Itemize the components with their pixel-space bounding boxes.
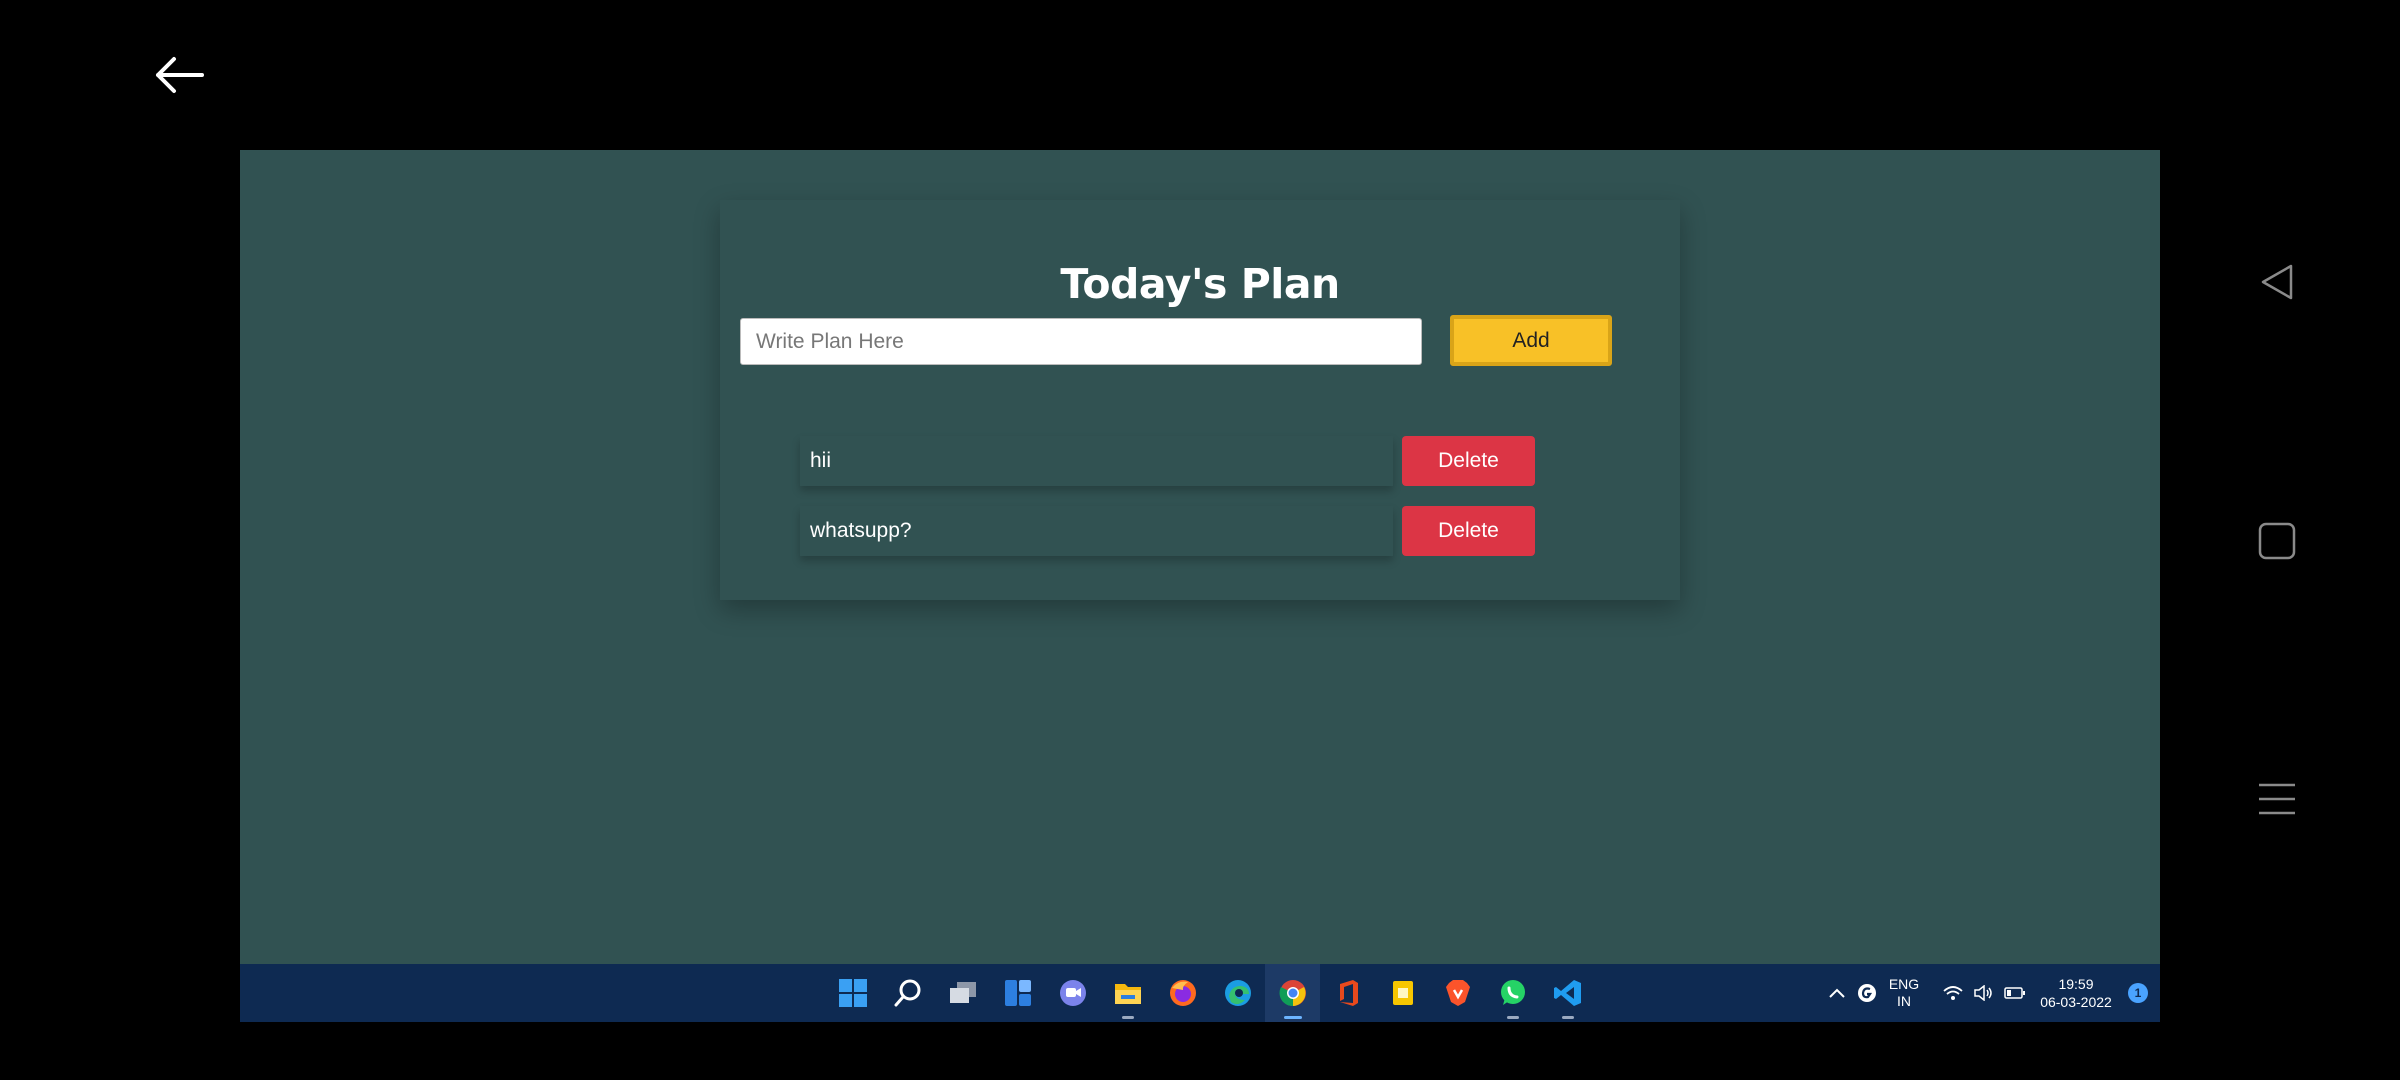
running-indicator — [1561, 1016, 1574, 1019]
chrome-icon[interactable] — [1265, 964, 1320, 1022]
running-indicator — [1506, 1016, 1519, 1019]
plan-card: Today's Plan Add hii Delete whatsupp? De… — [720, 200, 1680, 600]
region-label: IN — [1897, 993, 1911, 1009]
notification-badge[interactable]: 1 — [2128, 983, 2148, 1003]
plan-list: hii Delete whatsupp? Delete — [800, 436, 1535, 576]
sticky-notes-icon[interactable] — [1375, 964, 1430, 1022]
whatsapp-icon[interactable] — [1485, 964, 1540, 1022]
running-indicator — [1283, 1016, 1302, 1019]
chevron-up-icon[interactable] — [1822, 988, 1852, 998]
search-icon[interactable] — [880, 964, 935, 1022]
list-item: hii Delete — [800, 436, 1535, 486]
teams-chat-icon[interactable] — [1045, 964, 1100, 1022]
file-explorer-icon[interactable] — [1100, 964, 1155, 1022]
wifi-icon[interactable] — [1938, 985, 1968, 1001]
taskbar: ENG IN 19:59 06-03-2022 1 — [240, 964, 2160, 1022]
nav-home-icon[interactable] — [2250, 514, 2304, 568]
edge-icon[interactable] — [1210, 964, 1265, 1022]
plan-item-text: whatsupp? — [800, 506, 1393, 556]
date-label: 06-03-2022 — [2040, 994, 2112, 1010]
system-tray: ENG IN 19:59 06-03-2022 1 — [1822, 964, 2160, 1022]
grammarly-icon[interactable] — [1852, 983, 1882, 1003]
back-arrow-icon[interactable] — [148, 50, 208, 100]
add-button[interactable]: Add — [1450, 315, 1612, 366]
office-icon[interactable] — [1320, 964, 1375, 1022]
brave-icon[interactable] — [1430, 964, 1485, 1022]
firefox-icon[interactable] — [1155, 964, 1210, 1022]
windows-start-icon[interactable] — [825, 964, 880, 1022]
list-item: whatsupp? Delete — [800, 506, 1535, 556]
delete-button[interactable]: Delete — [1402, 436, 1535, 486]
remote-screen: Today's Plan Add hii Delete whatsupp? De… — [240, 150, 2160, 1022]
language-indicator[interactable]: ENG IN — [1882, 976, 1926, 1010]
nav-menu-icon[interactable] — [2250, 772, 2304, 826]
android-nav-bar — [2160, 0, 2400, 1080]
task-view-icon[interactable] — [935, 964, 990, 1022]
clock[interactable]: 19:59 06-03-2022 — [2032, 975, 2120, 1011]
language-label: ENG — [1888, 976, 1920, 992]
plan-input[interactable] — [740, 318, 1422, 365]
taskbar-apps — [825, 964, 1595, 1022]
nav-back-icon[interactable] — [2250, 255, 2304, 309]
time-label: 19:59 — [2058, 976, 2094, 992]
volume-icon[interactable] — [1968, 985, 1998, 1001]
plan-item-text: hii — [800, 436, 1393, 486]
running-indicator — [1121, 1016, 1134, 1019]
widgets-icon[interactable] — [990, 964, 1045, 1022]
vscode-icon[interactable] — [1540, 964, 1595, 1022]
page-title: Today's Plan — [1060, 260, 1340, 308]
delete-button[interactable]: Delete — [1402, 506, 1535, 556]
battery-icon[interactable] — [1998, 987, 2032, 999]
